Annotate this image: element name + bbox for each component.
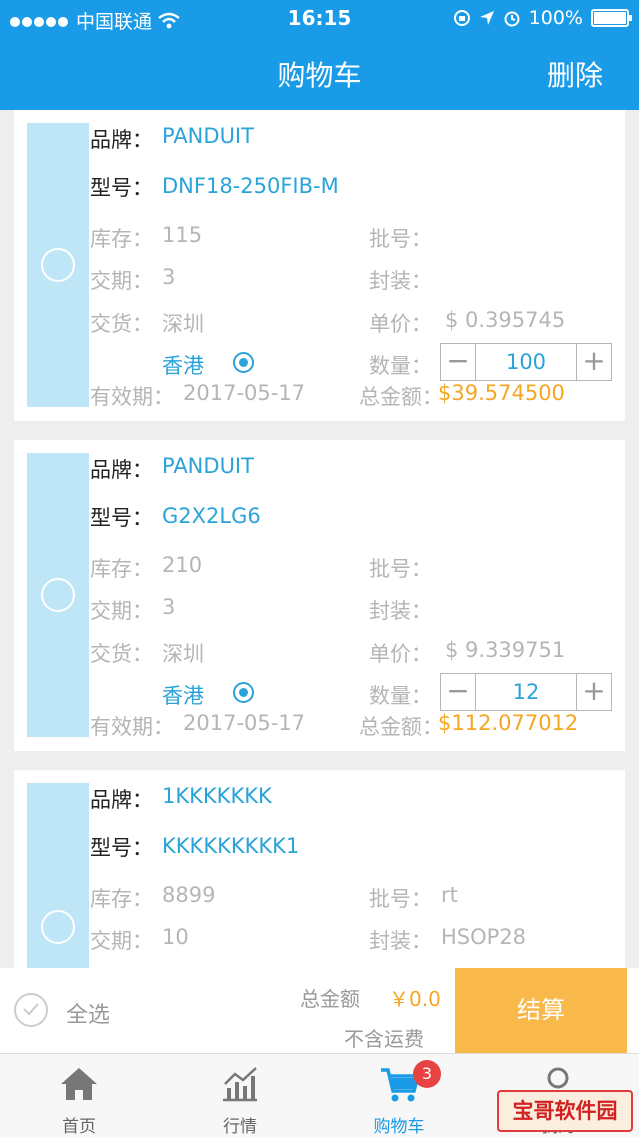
quantity-input[interactable]: 12: [475, 674, 577, 710]
select-all-checkbox[interactable]: [14, 993, 48, 1027]
delivery-shenzhen[interactable]: 深圳: [162, 638, 204, 668]
delivery-hongkong[interactable]: 香港: [162, 350, 204, 380]
quantity-stepper: − 12 +: [440, 673, 612, 711]
model-label: 型号：: [90, 176, 153, 200]
batch-label: 批号：: [369, 887, 432, 911]
select-all-label[interactable]: 全选: [66, 997, 110, 1029]
rotation-lock-icon: [453, 10, 470, 26]
unchecked-circle-icon: [41, 910, 75, 944]
quantity-stepper: − 100 +: [440, 343, 612, 381]
checkmark-icon: [23, 1003, 39, 1016]
delivery-hongkong[interactable]: 香港: [162, 680, 204, 710]
lead-time-label: 交期：: [90, 599, 153, 623]
status-bar: 中国联通 16:15 100%: [0, 0, 639, 36]
decrement-button[interactable]: −: [441, 344, 475, 380]
tab-home-label: 首页: [62, 1117, 96, 1137]
lead-time-label: 交期：: [90, 269, 153, 293]
checkout-summary: 全选 总金额 ￥0.0 不含运费 结算: [0, 968, 639, 1053]
tab-home[interactable]: 首页: [19, 1054, 139, 1137]
unit-price-value: $ 9.339751: [445, 638, 566, 662]
tab-cart[interactable]: 3 购物车: [339, 1054, 459, 1137]
tab-cart-label: 购物车: [373, 1117, 425, 1137]
location-icon: [479, 11, 494, 25]
unit-price-value: $ 0.395745: [445, 308, 566, 332]
delivery-shenzhen[interactable]: 深圳: [162, 308, 204, 338]
batch-label: 批号：: [369, 557, 432, 581]
item-select-checkbox[interactable]: [27, 453, 89, 737]
brand-value: PANDUIT: [162, 124, 254, 148]
valid-label: 有效期：: [90, 715, 174, 739]
battery-percent: 100%: [528, 7, 583, 29]
radio-selected-icon[interactable]: [233, 352, 254, 373]
cart-item: 品牌： PANDUIT 型号： DNF18-250FIB-M 库存： 115 批…: [14, 110, 625, 421]
lead-time-label: 交期：: [90, 929, 153, 953]
unit-price-label: 单价：: [369, 312, 432, 336]
valid-label: 有效期：: [90, 385, 174, 409]
alarm-icon: [504, 11, 520, 27]
stock-label: 库存：: [90, 227, 153, 251]
summary-total-value: ￥0.0: [389, 987, 441, 1011]
lead-time-value: 3: [162, 595, 176, 619]
stock-label: 库存：: [90, 557, 153, 581]
model-label: 型号：: [90, 506, 153, 530]
quantity-input[interactable]: 100: [475, 344, 577, 380]
cart-item: 品牌： 1KKKKKKK 型号： KKKKKKKKK1 库存： 8899 批号：…: [14, 770, 625, 968]
battery-icon: [591, 9, 632, 27]
cart-item: 品牌： PANDUIT 型号： G2X2LG6 库存： 210 批号： 交期： …: [14, 440, 625, 751]
home-icon: [61, 1068, 97, 1100]
total-label: 总金额：: [359, 715, 443, 739]
total-label: 总金额：: [359, 385, 443, 409]
package-value: HSOP28: [441, 925, 527, 949]
page-title: 购物车: [277, 59, 362, 92]
unchecked-circle-icon: [41, 248, 75, 282]
cart-list[interactable]: 品牌： PANDUIT 型号： DNF18-250FIB-M 库存： 115 批…: [0, 110, 639, 968]
delivery-label: 交货：: [90, 642, 153, 666]
brand-label: 品牌：: [90, 788, 153, 812]
cart-badge: 3: [413, 1060, 441, 1088]
batch-value: rt: [441, 883, 458, 907]
checkout-button[interactable]: 结算: [455, 968, 627, 1053]
stock-value: 115: [162, 223, 203, 247]
total-value: $39.574500: [438, 381, 565, 405]
stock-label: 库存：: [90, 887, 153, 911]
stock-value: 8899: [162, 883, 216, 907]
decrement-button[interactable]: −: [441, 674, 475, 710]
summary-total-label: 总金额: [300, 987, 360, 1011]
watermark-logo: 宝哥软件园: [497, 1090, 633, 1132]
model-value: DNF18-250FIB-M: [162, 174, 339, 198]
total-value: $112.077012: [438, 711, 579, 735]
brand-label: 品牌：: [90, 458, 153, 482]
tab-market[interactable]: 行情: [180, 1054, 300, 1137]
shipping-note: 不含运费: [344, 1027, 424, 1051]
package-label: 封装：: [369, 929, 432, 953]
model-value: G2X2LG6: [162, 504, 261, 528]
tab-market-label: 行情: [223, 1117, 257, 1137]
item-select-checkbox[interactable]: [27, 123, 89, 407]
chart-icon: [223, 1067, 257, 1102]
batch-label: 批号：: [369, 227, 432, 251]
brand-label: 品牌：: [90, 128, 153, 152]
brand-value: PANDUIT: [162, 454, 254, 478]
quantity-label: 数量：: [369, 684, 432, 708]
package-label: 封装：: [369, 269, 432, 293]
package-label: 封装：: [369, 599, 432, 623]
delete-button[interactable]: 删除: [547, 54, 603, 94]
valid-value: 2017-05-17: [183, 711, 306, 735]
model-label: 型号：: [90, 836, 153, 860]
top-bar: 中国联通 16:15 100% 购物车 删除: [0, 0, 639, 110]
brand-value: 1KKKKKKK: [162, 784, 272, 808]
increment-button[interactable]: +: [577, 344, 611, 380]
delivery-label: 交货：: [90, 312, 153, 336]
increment-button[interactable]: +: [577, 674, 611, 710]
unit-price-label: 单价：: [369, 642, 432, 666]
model-value: KKKKKKKKK1: [162, 834, 300, 858]
quantity-label: 数量：: [369, 354, 432, 378]
valid-value: 2017-05-17: [183, 381, 306, 405]
lead-time-value: 10: [162, 925, 189, 949]
unchecked-circle-icon: [41, 578, 75, 612]
lead-time-value: 3: [162, 265, 176, 289]
item-select-checkbox[interactable]: [27, 783, 89, 968]
stock-value: 210: [162, 553, 203, 577]
radio-selected-icon[interactable]: [233, 682, 254, 703]
